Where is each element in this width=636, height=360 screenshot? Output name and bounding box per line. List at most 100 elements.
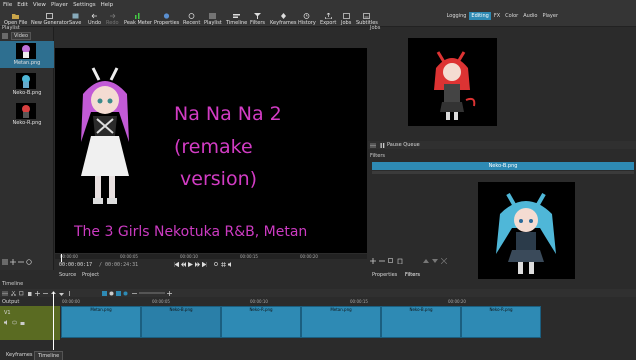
layout-audio[interactable]: Audio — [521, 12, 539, 20]
add-icon[interactable] — [10, 259, 16, 265]
zoom-icon[interactable] — [214, 262, 219, 267]
menu-view[interactable]: View — [33, 2, 46, 8]
pause-queue-button[interactable]: Pause Queue — [387, 142, 420, 148]
playhead[interactable] — [61, 254, 62, 262]
player-ruler[interactable] — [55, 254, 367, 259]
grid-icon[interactable] — [221, 262, 226, 267]
playlist-button[interactable]: Playlist — [204, 9, 222, 27]
export-button[interactable]: Export — [320, 9, 336, 27]
timeline-playhead[interactable] — [53, 292, 54, 350]
scrub-icon[interactable] — [109, 291, 114, 296]
ripple-icon[interactable] — [116, 290, 121, 296]
title-line-2: (remake — [174, 136, 253, 158]
recent-button[interactable]: Recent — [183, 9, 200, 27]
ripple-delete-icon[interactable] — [43, 291, 48, 296]
tab-source[interactable]: Source — [59, 272, 76, 278]
timeline-clip[interactable]: Neko-B.png — [381, 306, 461, 338]
timecode[interactable]: 00:00:00:17 — [59, 262, 92, 268]
playlist-item[interactable]: Neko-R.png — [0, 101, 54, 128]
peak-meter-button[interactable]: Peak Meter — [124, 9, 152, 27]
copy-icon[interactable] — [388, 258, 394, 264]
thumbnail-image — [22, 45, 30, 58]
redo-button[interactable]: Redo — [106, 9, 119, 27]
menu-icon[interactable] — [2, 33, 8, 39]
jobs-label: Jobs — [341, 20, 352, 26]
timeline-ruler-label: 00:00:00 — [62, 299, 80, 304]
overwrite-icon[interactable] — [59, 291, 64, 296]
filters-button[interactable]: Filters — [250, 9, 265, 27]
layout-fx[interactable]: FX — [492, 12, 502, 20]
skip-start-icon[interactable] — [174, 262, 179, 267]
timeline-clip[interactable]: Neko-B.png — [141, 306, 221, 338]
tab-properties[interactable]: Properties — [372, 272, 397, 278]
menu-edit[interactable]: Edit — [17, 2, 28, 8]
split-icon[interactable] — [67, 290, 72, 296]
paste-icon[interactable] — [397, 258, 403, 264]
snap-icon[interactable] — [102, 290, 107, 296]
menu-icon[interactable] — [370, 143, 376, 148]
cut-icon[interactable] — [11, 290, 16, 296]
volume-icon[interactable] — [228, 262, 233, 267]
playlist-item[interactable]: Neko-B.png — [0, 71, 54, 98]
ruler-label: 00:00:15 — [240, 254, 258, 259]
recent-label: Recent — [183, 20, 201, 26]
mute-icon[interactable] — [4, 320, 9, 325]
new-generator-button[interactable]: New Generator — [31, 9, 69, 27]
undo-button[interactable]: Undo — [88, 9, 101, 27]
remove-icon[interactable] — [18, 259, 24, 265]
zoom-slider[interactable] — [139, 292, 165, 294]
lock-icon[interactable] — [20, 320, 25, 325]
keyframes-button[interactable]: Keyframes — [270, 9, 297, 27]
menu-player[interactable]: Player — [51, 2, 68, 8]
timeline-clip[interactable]: Neko-R.png — [461, 306, 541, 338]
remove-filter-icon[interactable] — [379, 258, 385, 264]
peak-meter-label: Peak Meter — [124, 20, 152, 26]
save-button[interactable]: Save — [69, 9, 81, 27]
hide-icon[interactable] — [12, 320, 17, 325]
layout-logging[interactable]: Logging — [445, 12, 469, 20]
layout-editing[interactable]: Editing — [469, 12, 491, 20]
paste-icon[interactable] — [27, 291, 32, 296]
tab-video[interactable]: Video — [11, 32, 32, 40]
list-view-icon[interactable] — [2, 259, 8, 265]
tab-timeline[interactable]: Timeline — [34, 351, 64, 360]
filters-title: Filters — [370, 153, 385, 159]
play-icon[interactable] — [188, 262, 193, 267]
update-icon[interactable] — [26, 259, 32, 265]
timeline-clip[interactable]: Metan.png — [61, 306, 141, 338]
tab-filters[interactable]: Filters — [405, 272, 420, 278]
menu-icon[interactable] — [2, 291, 8, 296]
timeline-clip[interactable]: Neko-R.png — [221, 306, 301, 338]
track-header-v1[interactable]: V1 — [0, 306, 60, 340]
zoom-out-icon[interactable] — [132, 291, 137, 296]
rewind-icon[interactable] — [181, 262, 186, 267]
properties-button[interactable]: Properties — [154, 9, 179, 27]
layout-color[interactable]: Color — [503, 12, 520, 20]
tab-keyframes[interactable]: Keyframes — [3, 351, 36, 359]
copy-icon[interactable] — [19, 290, 24, 296]
zoom-in-icon[interactable] — [167, 290, 172, 296]
video-preview[interactable]: Na Na Na 2 (remake version) The 3 Girls … — [55, 48, 367, 253]
timeline-button[interactable]: Timeline — [226, 9, 247, 27]
history-button[interactable]: History — [298, 9, 316, 27]
move-up-icon[interactable] — [423, 258, 429, 264]
jobs-button[interactable]: Jobs — [341, 9, 351, 27]
menu-help[interactable]: Help — [101, 2, 114, 8]
skip-end-icon[interactable] — [202, 262, 207, 267]
filters-label: Filters — [250, 20, 265, 26]
fast-forward-icon[interactable] — [195, 262, 200, 267]
ripple-all-icon[interactable] — [123, 291, 128, 296]
move-down-icon[interactable] — [432, 258, 438, 264]
redo-icon — [109, 13, 116, 19]
menu-settings[interactable]: Settings — [73, 2, 96, 8]
layout-player[interactable]: Player — [540, 12, 560, 20]
add-filter-icon[interactable] — [370, 258, 376, 264]
playlist-item[interactable]: Metan.png — [0, 41, 54, 68]
deselect-icon[interactable] — [441, 258, 447, 264]
menu-file[interactable]: File — [3, 2, 12, 8]
tab-project[interactable]: Project — [82, 272, 99, 278]
append-icon[interactable] — [35, 290, 40, 296]
timeline-clip[interactable]: Metan.png — [301, 306, 381, 338]
pause-icon[interactable] — [380, 142, 385, 148]
new-generator-label: New Generator — [31, 20, 69, 26]
